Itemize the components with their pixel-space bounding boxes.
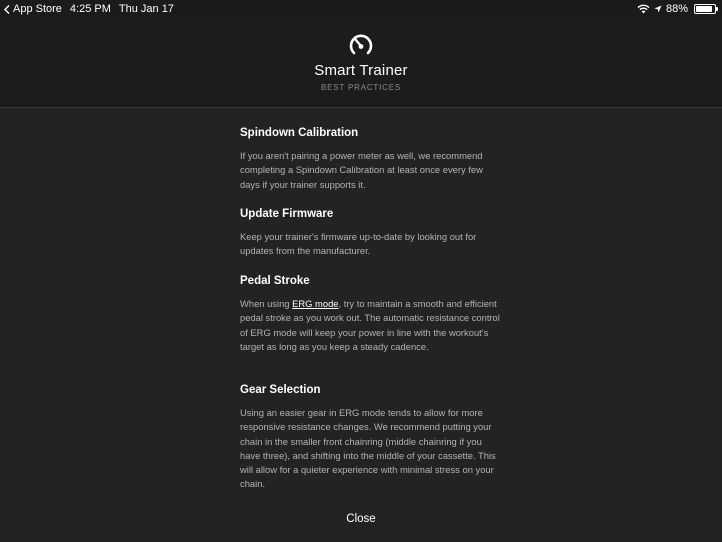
section-heading: Gear Selection [240,384,321,396]
page-title: Smart Trainer [314,62,408,79]
battery-icon [694,4,718,14]
erg-mode-link[interactable]: ERG mode [292,298,338,309]
status-time: 4:25 PM [69,3,111,15]
section-heading: Update Firmware [240,208,334,220]
battery-percent: 88% [665,3,688,15]
page-subtitle: BEST PRACTICES [321,83,401,92]
status-date: Thu Jan 17 [118,3,174,15]
back-arrow-icon [4,4,10,14]
location-arrow-icon [654,5,662,13]
close-button[interactable]: Close [331,508,391,530]
section-body: When using ERG mode, try to maintain a s… [240,297,502,354]
section-pedal-stroke: Pedal Stroke When using ERG mode, try to… [240,274,502,354]
back-to-app-button[interactable]: App Store [4,3,62,15]
section-heading: Pedal Stroke [240,275,310,287]
body-text: When using [240,298,293,309]
section-gear-selection: Gear Selection Using an easier gear in E… [240,383,502,492]
wifi-icon [637,4,650,14]
section-body: Keep your trainer's firmware up-to-date … [240,231,477,257]
section-body: Using an easier gear in ERG mode tends t… [240,407,496,490]
status-bar: App Store 4:25 PM Thu Jan 17 88% [0,0,722,20]
battery-level-fill [696,6,712,12]
section-heading: Spindown Calibration [240,127,359,139]
back-app-label: App Store [13,3,62,15]
section-spindown-calibration: Spindown Calibration If you aren't pairi… [240,126,502,192]
trainer-gauge-icon [349,34,373,55]
section-body: If you aren't pairing a power meter as w… [240,150,483,190]
section-update-firmware: Update Firmware Keep your trainer's firm… [240,207,502,259]
modal-header: Smart Trainer BEST PRACTICES [0,20,722,108]
